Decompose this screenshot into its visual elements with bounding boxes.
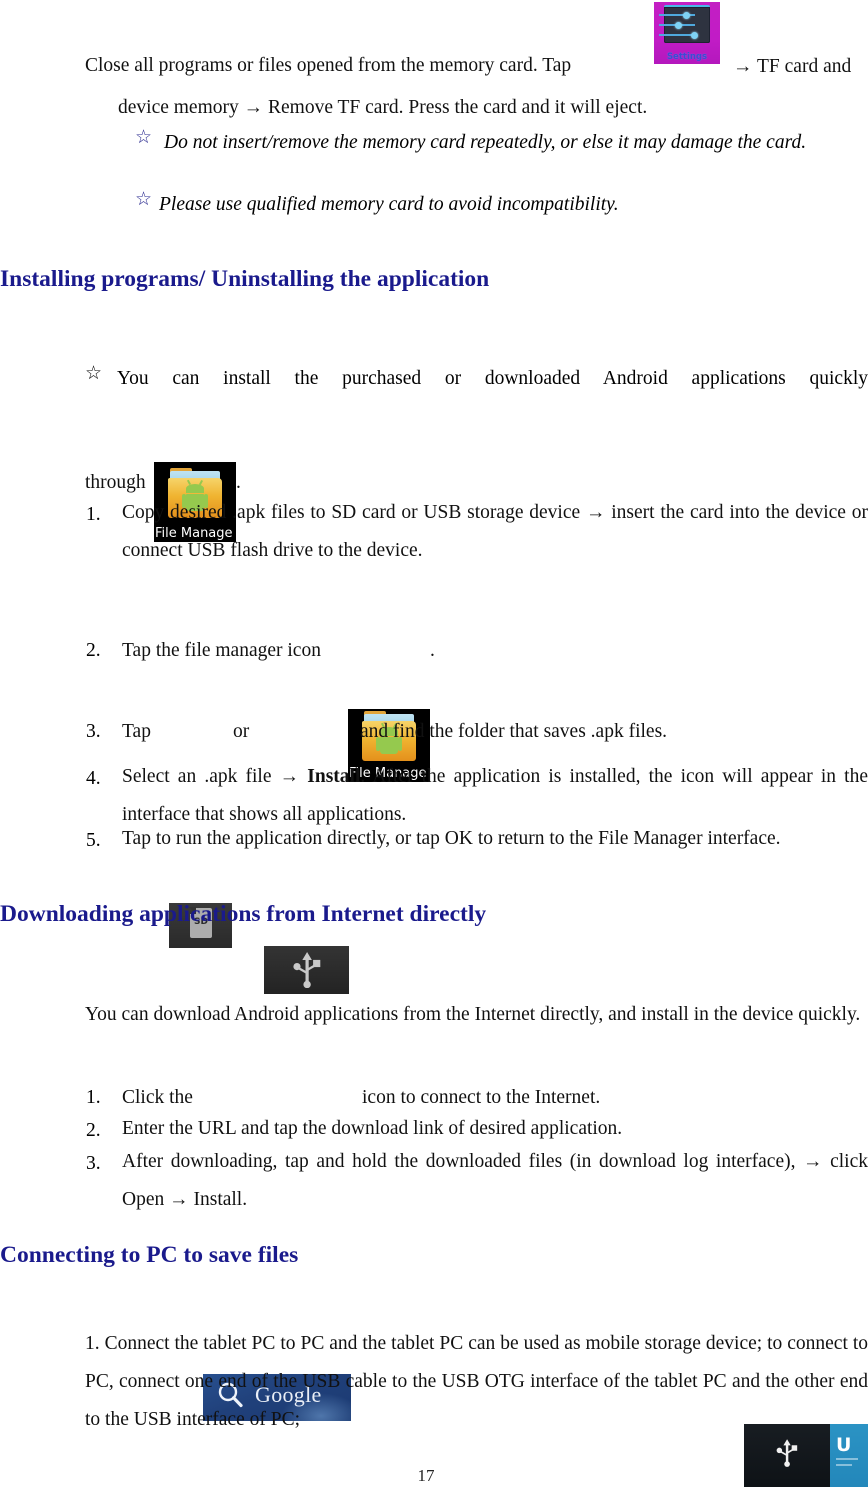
installing-step-1-text: Copy desired .apk files to SD card or US… (122, 502, 868, 561)
installing-step-2-text-after: . (430, 630, 470, 671)
robot-head (186, 484, 204, 493)
document-page: Close all programs or files opened from … (0, 0, 868, 1487)
star-bullet-icon: ☆ (135, 188, 153, 210)
settings-slider-knob-3 (691, 31, 698, 39)
usb-connect-panel[interactable]: U (744, 1424, 868, 1487)
installing-step-3-text-before: Tap (122, 711, 182, 752)
installing-step-4-number: 4. (86, 768, 101, 789)
usb-panel-bar-2 (836, 1464, 852, 1466)
usb-icon (776, 1439, 798, 1467)
usb-panel-right-label: U (836, 1434, 852, 1456)
settings-icon[interactable]: Settings (654, 2, 720, 64)
settings-slider-knob-1 (683, 11, 690, 19)
memory-card-note-2: ☆ Please use qualified memory card to av… (135, 186, 868, 224)
usb-panel-right-block: U (830, 1424, 868, 1487)
installing-step-3-text-between: or (233, 711, 273, 752)
usb-icon[interactable] (264, 946, 349, 994)
installing-step-4-text-part1: Select an .apk file → (122, 766, 308, 787)
settings-slider-knob-2 (675, 21, 682, 29)
settings-slider-track-3 (659, 34, 695, 36)
memory-card-line1-text: Close all programs or files opened from … (85, 55, 572, 76)
usb-panel-bar-1 (836, 1458, 858, 1460)
installing-intro-text: You can install the purchased or downloa… (117, 368, 868, 389)
memory-card-note-1: ☆ Do not insert/remove the memory card r… (135, 124, 868, 162)
installing-step-5-text: Tap to run the application directly, or … (122, 828, 781, 849)
downloading-step-1-click-text: Click the (122, 1087, 193, 1108)
installing-step-2-number: 2. (86, 640, 101, 661)
installing-step-3-tap-text: Tap (122, 721, 151, 742)
memory-card-line2-text: device memory → Remove TF card. Press th… (118, 97, 648, 118)
downloading-step-1-tail-text: icon to connect to the Internet. (362, 1087, 601, 1108)
installing-step-4-install-keyword: Install (307, 766, 361, 787)
memory-card-paragraph-line2: device memory → Remove TF card. Press th… (118, 87, 868, 128)
memory-card-line1-tail: → TF card and (733, 46, 868, 87)
installing-step-5-number: 5. (86, 830, 101, 851)
installing-step-3-or-text: or (233, 721, 250, 742)
usb-glyph (293, 952, 321, 988)
memory-card-line1-tail-text: → TF card and (733, 56, 852, 77)
page-number: 17 (417, 1466, 435, 1485)
connecting-body-text: 1. Connect the tablet PC to PC and the t… (85, 1333, 868, 1430)
star-bullet-icon: ☆ (85, 362, 103, 384)
installing-step-2-period: . (430, 640, 435, 661)
memory-card-note-2-text: Please use qualified memory card to avoi… (159, 194, 619, 215)
installing-step-3-number: 3. (86, 721, 101, 742)
installing-intro-period: . (236, 472, 241, 493)
installing-step-3-text-after: and find the folder that saves .apk file… (360, 711, 868, 752)
installing-intro: ☆ You can install the purchased or downl… (85, 360, 868, 398)
installing-intro-through-text: through (85, 472, 146, 493)
downloading-step-3-number: 3. (86, 1153, 101, 1174)
settings-icon-label: Settings (666, 52, 708, 62)
memory-card-note-1-text: Do not insert/remove the memory card rep… (164, 132, 807, 153)
heading-downloading-applications: Downloading applications from Internet d… (0, 901, 487, 927)
installing-step-2-text-before: Tap the file manager icon (122, 640, 321, 661)
heading-installing-programs: Installing programs/ Uninstalling the ap… (0, 266, 490, 292)
installing-step-1-number: 1. (86, 504, 101, 525)
heading-connecting-to-pc: Connecting to PC to save files (0, 1242, 299, 1268)
downloading-intro-text: You can download Android applications fr… (85, 1004, 861, 1025)
star-bullet-icon: ☆ (135, 126, 153, 148)
installing-step-3-tail-text: and find the folder that saves .apk file… (360, 721, 668, 742)
installing-step-2-text: Tap the file manager icon (122, 630, 868, 671)
downloading-step-3-text: After downloading, tap and hold the down… (122, 1151, 868, 1210)
